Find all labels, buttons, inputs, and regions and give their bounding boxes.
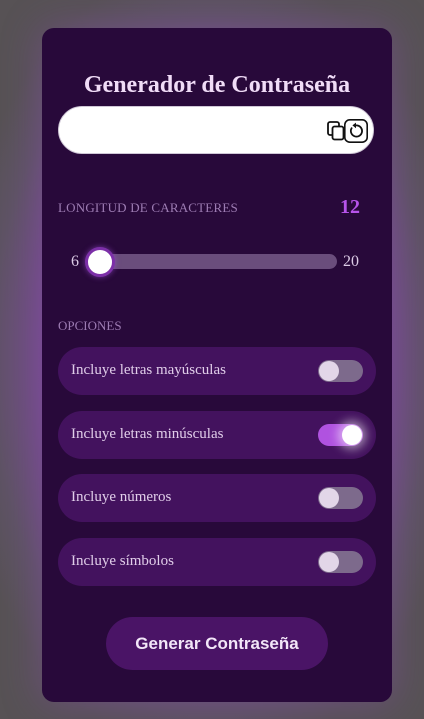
option-numbers-label: Incluye números [71, 489, 172, 505]
numbers-toggle[interactable] [318, 487, 363, 509]
app-title: Generador de Contraseña [83, 72, 351, 98]
length-label: LONGITUD DE CARACTERES [58, 200, 238, 215]
length-slider-track[interactable] [87, 254, 337, 269]
length-min-label: 6 [71, 253, 79, 270]
option-uppercase[interactable]: Incluye letras mayúsculas [58, 347, 376, 395]
password-field-container [58, 106, 374, 154]
toggle-knob [319, 361, 339, 381]
password-output-field[interactable] [77, 119, 321, 145]
option-uppercase-label: Incluye letras mayúsculas [71, 362, 226, 378]
copy-icon[interactable] [327, 121, 345, 141]
toggle-knob [319, 552, 339, 572]
uppercase-toggle[interactable] [318, 360, 363, 382]
option-lowercase[interactable]: Incluye letras minúsculas [58, 411, 376, 459]
password-generator-card: Generador de Contraseña LONGITUD DE CARA… [42, 28, 392, 702]
length-max-label: 20 [343, 253, 359, 270]
generate-password-button[interactable]: Generar Contraseña [106, 617, 328, 670]
refresh-icon[interactable] [344, 119, 368, 143]
option-symbols-label: Incluye símbolos [71, 553, 174, 569]
options-label: OPCIONES [58, 318, 122, 333]
lowercase-toggle[interactable] [318, 424, 363, 446]
symbols-toggle[interactable] [318, 551, 363, 573]
toggle-knob [342, 425, 362, 445]
option-symbols[interactable]: Incluye símbolos [58, 538, 376, 586]
option-lowercase-label: Incluye letras minúsculas [71, 426, 224, 442]
length-value: 12 [340, 196, 360, 218]
toggle-knob [319, 488, 339, 508]
option-numbers[interactable]: Incluye números [58, 474, 376, 522]
length-slider-thumb[interactable] [85, 247, 115, 277]
